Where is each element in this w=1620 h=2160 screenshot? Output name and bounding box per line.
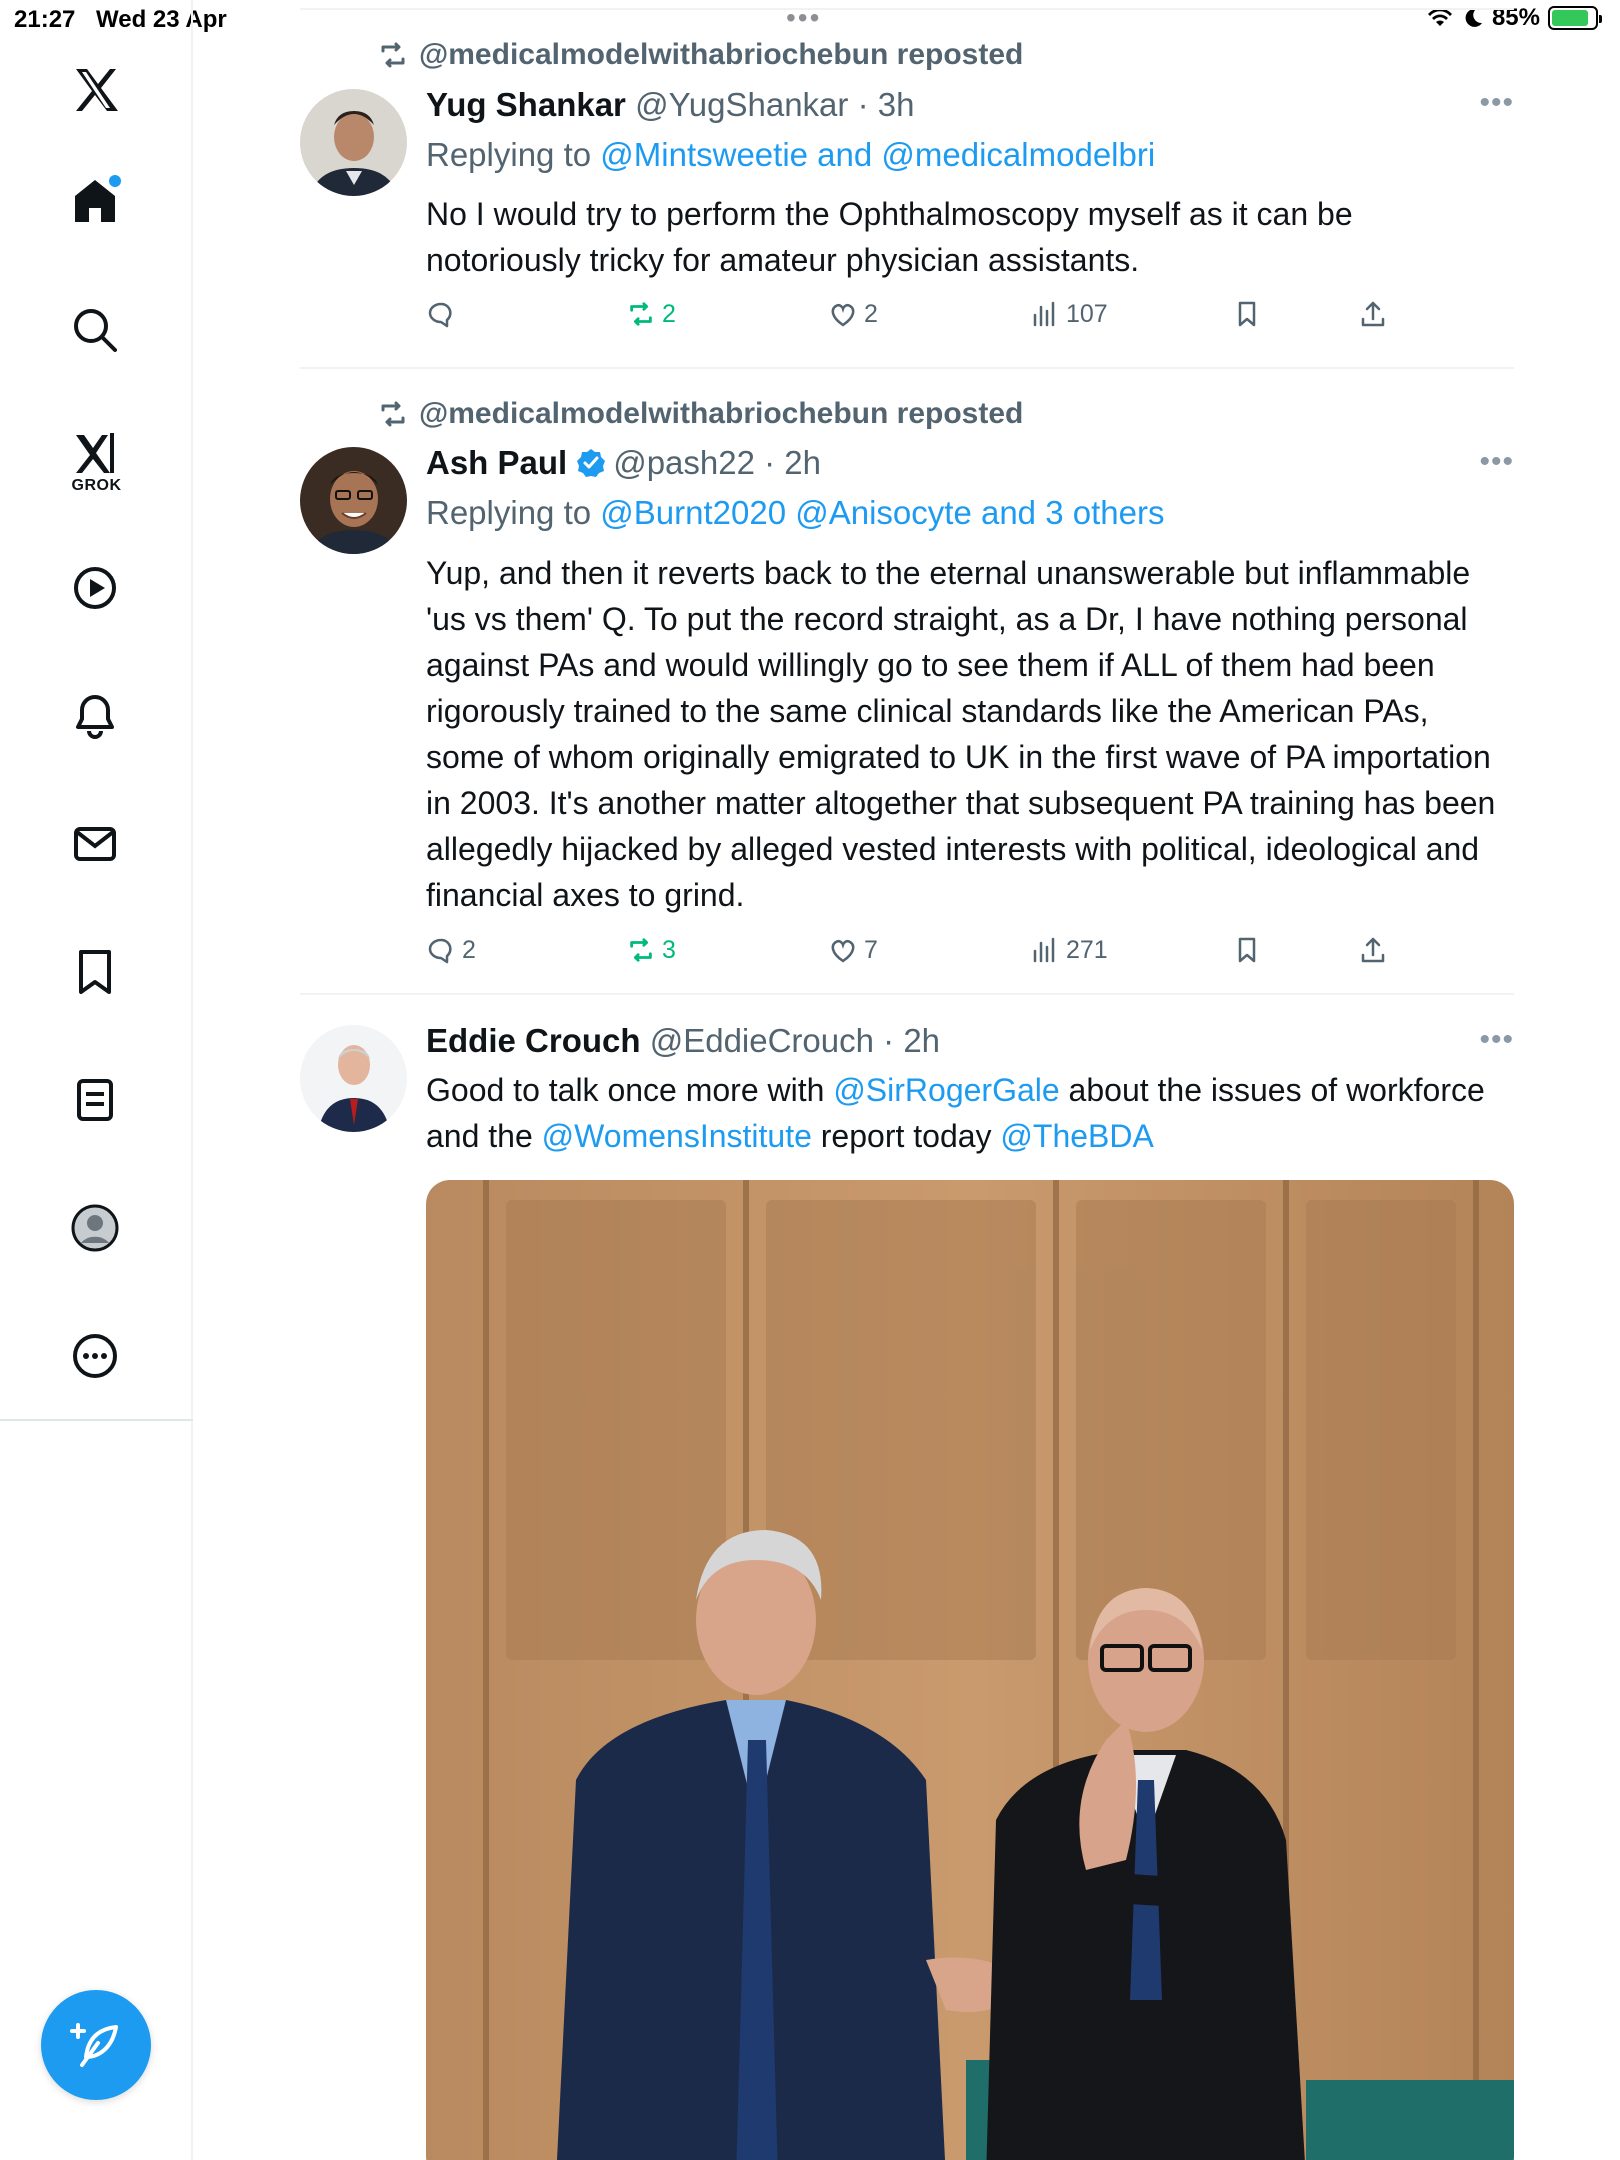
reply-button[interactable]: 2 <box>426 935 476 965</box>
sidebar-divider <box>0 1419 193 1421</box>
post-actions: 2 2 107 <box>426 299 1426 339</box>
avatar[interactable] <box>300 1025 407 1132</box>
bookmark-icon <box>1238 937 1256 963</box>
replying-to-mentions[interactable]: @Mintsweetie and @medicalmodelbri <box>600 136 1155 173</box>
repost-context: @medicalmodelwithabriochebun reposted <box>377 38 1023 72</box>
repost-icon <box>630 302 652 326</box>
post-actions: 2 3 7 271 <box>426 935 1426 975</box>
tweet-header: Ash Paul @pash22 · 2h <box>426 444 821 482</box>
share-icon <box>1361 937 1385 963</box>
repost-button[interactable]: 3 <box>626 935 676 965</box>
heart-icon <box>831 303 855 327</box>
post-more-button[interactable]: ••• <box>1479 1023 1514 1057</box>
like-count: 7 <box>864 935 878 964</box>
repost-by-label: @medicalmodelwithabriochebun reposted <box>419 38 1024 71</box>
post-more-button[interactable]: ••• <box>1479 445 1514 479</box>
share-button[interactable] <box>1358 935 1388 965</box>
author-handle[interactable]: @YugShankar <box>635 86 848 123</box>
author-name[interactable]: Yug Shankar <box>426 86 626 123</box>
compose-post-button[interactable] <box>41 1990 151 2100</box>
battery-icon <box>1548 6 1602 30</box>
reply-count: 2 <box>462 935 476 964</box>
moon-icon <box>1465 8 1482 27</box>
replying-to-mentions[interactable]: @Burnt2020 @Anisocyte and 3 others <box>600 494 1164 531</box>
post-text: Yup, and then it reverts back to the ete… <box>426 555 1496 913</box>
like-button[interactable]: 2 <box>828 299 878 329</box>
tweet-separator <box>300 993 1514 995</box>
x-logo-icon[interactable] <box>63 58 127 122</box>
grok-icon[interactable] <box>63 420 127 484</box>
messages-envelope-icon[interactable] <box>63 812 127 876</box>
replying-to: Replying to @Mintsweetie and @medicalmod… <box>426 136 1155 174</box>
compose-feather-icon <box>70 2023 118 2067</box>
profile-avatar-icon[interactable] <box>63 1196 127 1260</box>
post-text: Good to talk once more with @SirRogerGal… <box>426 1067 1514 1159</box>
sidebar: GROK <box>0 0 193 2160</box>
home-icon[interactable] <box>63 169 127 233</box>
repost-count: 2 <box>662 299 676 328</box>
tweet-header: Yug Shankar @YugShankar · 3h <box>426 86 914 124</box>
author-name[interactable]: Eddie Crouch <box>426 1022 641 1059</box>
view-count: 271 <box>1066 935 1108 964</box>
tweet-header: Eddie Crouch @EddieCrouch · 2h <box>426 1022 940 1060</box>
post-time: · 2h <box>764 444 822 481</box>
view-count: 107 <box>1066 299 1108 328</box>
replying-to: Replying to @Burnt2020 @Anisocyte and 3 … <box>426 494 1164 532</box>
post-text-part: report today <box>811 1118 1001 1154</box>
author-name[interactable]: Ash Paul <box>426 444 567 481</box>
avatar[interactable] <box>300 447 407 554</box>
mention-link[interactable]: @TheBDA <box>1000 1118 1153 1154</box>
bookmarks-icon[interactable] <box>63 940 127 1004</box>
author-handle[interactable]: @pash22 <box>613 444 755 481</box>
views-button[interactable]: 107 <box>1030 299 1108 329</box>
tweet-separator <box>300 367 1514 369</box>
reply-icon <box>428 302 452 328</box>
repost-icon <box>381 42 405 68</box>
feed-top-rule <box>300 8 1514 10</box>
replying-prefix: Replying to <box>426 494 592 531</box>
repost-by-label: @medicalmodelwithabriochebun reposted <box>419 397 1024 430</box>
status-bar: 21:27 Wed 23 Apr ••• 85% <box>0 0 1620 40</box>
video-icon[interactable] <box>63 556 127 620</box>
views-chart-icon <box>1033 937 1055 963</box>
views-chart-icon <box>1033 301 1055 327</box>
mention-link[interactable]: @SirRogerGale <box>833 1072 1059 1108</box>
more-options-icon[interactable] <box>63 1324 127 1388</box>
bookmark-icon <box>1238 301 1256 327</box>
post-time: · 2h <box>883 1022 941 1059</box>
grok-label: GROK <box>71 477 122 494</box>
repost-icon <box>381 401 405 427</box>
reply-icon <box>428 938 452 964</box>
repost-button[interactable]: 2 <box>626 299 676 329</box>
reply-button[interactable] <box>426 299 462 329</box>
search-icon[interactable] <box>63 298 127 362</box>
avatar[interactable] <box>300 89 407 196</box>
post-text: No I would try to perform the Ophthalmos… <box>426 196 1353 278</box>
lists-icon[interactable] <box>63 1068 127 1132</box>
share-button[interactable] <box>1358 299 1388 329</box>
like-button[interactable]: 7 <box>828 935 878 965</box>
author-handle[interactable]: @EddieCrouch <box>650 1022 874 1059</box>
bookmark-button[interactable] <box>1232 935 1262 965</box>
post-photo[interactable] <box>426 1180 1514 2160</box>
repost-icon <box>630 938 652 962</box>
like-count: 2 <box>864 299 878 328</box>
heart-icon <box>831 939 855 963</box>
wifi-icon <box>1427 8 1452 27</box>
post-time: · 3h <box>857 86 915 123</box>
repost-count: 3 <box>662 935 676 964</box>
post-more-button[interactable]: ••• <box>1479 86 1514 120</box>
notifications-bell-icon[interactable] <box>63 684 127 748</box>
mention-link[interactable]: @WomensInstitute <box>542 1118 812 1154</box>
post-text-part: Good to talk once more with <box>426 1072 834 1108</box>
home-notification-dot <box>109 175 121 187</box>
repost-context: @medicalmodelwithabriochebun reposted <box>377 397 1023 431</box>
verified-badge-icon <box>577 449 606 477</box>
bookmark-button[interactable] <box>1232 299 1262 329</box>
views-button[interactable]: 271 <box>1030 935 1108 965</box>
replying-prefix: Replying to <box>426 136 592 173</box>
share-icon <box>1361 301 1385 327</box>
